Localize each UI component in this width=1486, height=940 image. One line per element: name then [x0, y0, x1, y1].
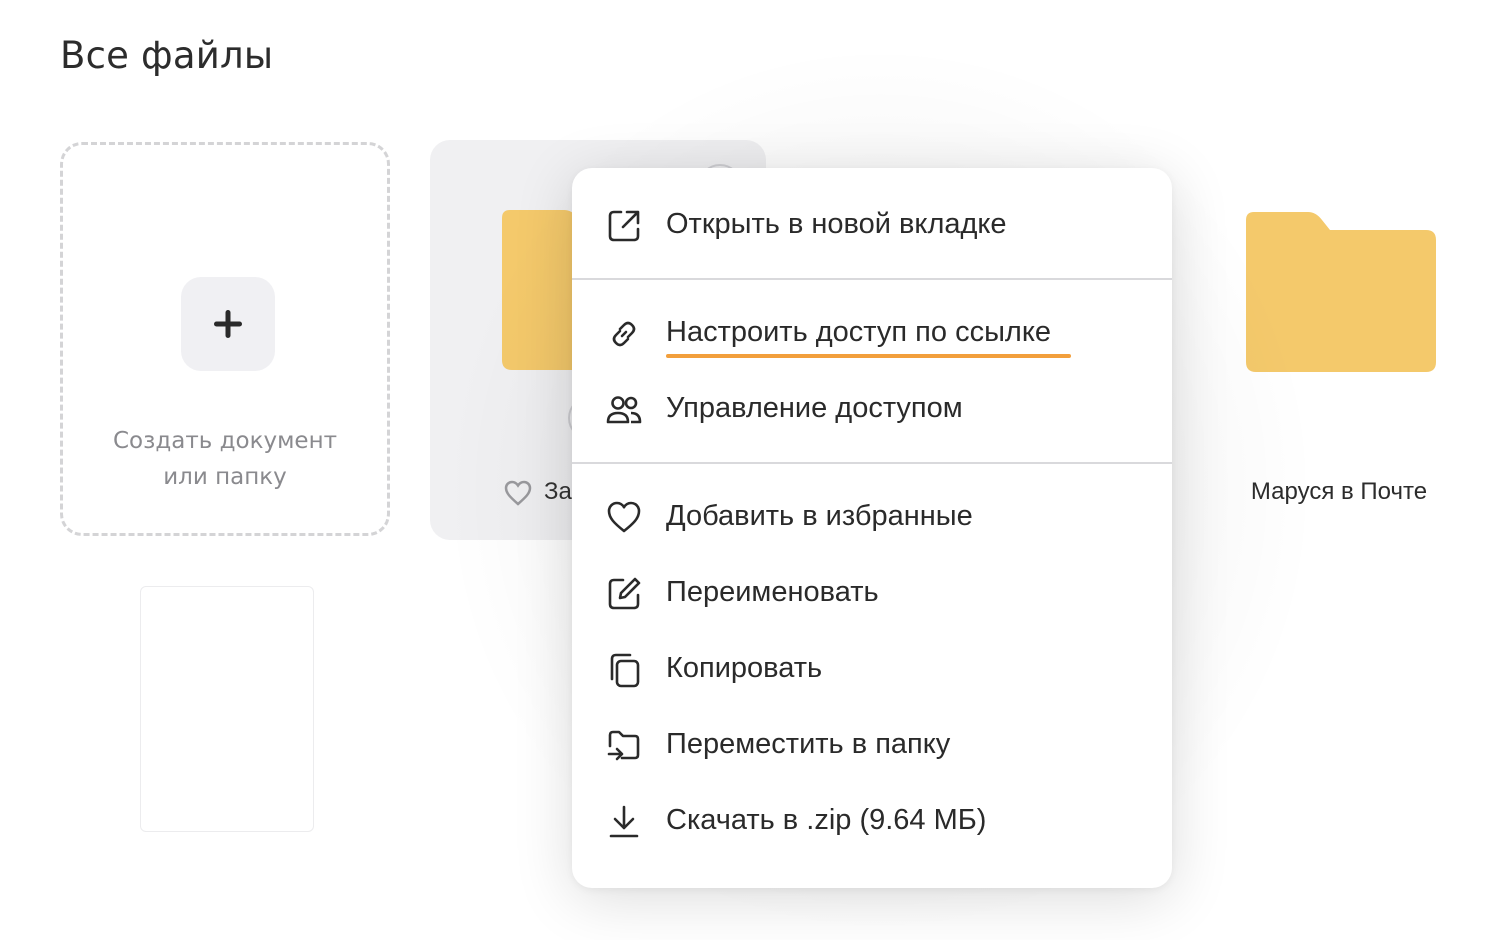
menu-item-link-access[interactable]: Настроить доступ по ссылке: [572, 296, 1172, 372]
menu-label: Открыть в новой вкладке: [666, 208, 1007, 240]
menu-item-move-to-folder[interactable]: Переместить в папку: [572, 708, 1172, 784]
users-icon: [606, 396, 642, 424]
file-thumbnail[interactable]: [140, 586, 314, 832]
folder-name-marusya[interactable]: Маруся в Почте: [1200, 478, 1478, 506]
plus-icon: [214, 310, 242, 338]
menu-label: Скачать в .zip (9.64 МБ): [666, 804, 987, 836]
menu-item-download-zip[interactable]: Скачать в .zip (9.64 МБ): [572, 784, 1172, 860]
highlight-underline: [666, 354, 1071, 358]
page-title: Все файлы: [60, 34, 274, 77]
menu-divider: [572, 462, 1172, 464]
heart-icon: [607, 501, 641, 533]
create-document-card[interactable]: Создать документ или папку: [60, 142, 390, 536]
menu-divider: [572, 278, 1172, 280]
external-link-icon: [608, 210, 640, 242]
menu-item-add-favorite[interactable]: Добавить в избранные: [572, 480, 1172, 556]
menu-label: Переместить в папку: [666, 728, 951, 760]
copy-icon: [610, 653, 640, 688]
menu-label: Копировать: [666, 652, 823, 684]
link-icon: [612, 321, 636, 347]
download-icon: [609, 805, 639, 838]
heart-outline-icon[interactable]: [504, 480, 532, 506]
menu-label: Добавить в избранные: [666, 500, 973, 532]
move-folder-icon: [607, 730, 640, 761]
menu-item-copy[interactable]: Копировать: [572, 632, 1172, 708]
menu-item-open-new-tab[interactable]: Открыть в новой вкладке: [572, 188, 1172, 264]
menu-item-manage-access[interactable]: Управление доступом: [572, 372, 1172, 448]
menu-label: Переименовать: [666, 576, 879, 608]
create-card-label: Создать документ или папку: [63, 423, 387, 495]
create-label-line1: Создать документ: [112, 428, 338, 454]
context-menu: Открыть в новой вкладке Настроить доступ…: [572, 168, 1172, 888]
edit-icon: [608, 577, 641, 610]
create-plus-button[interactable]: [181, 277, 275, 371]
menu-label: Настроить доступ по ссылке: [666, 316, 1051, 348]
menu-item-rename[interactable]: Переименовать: [572, 556, 1172, 632]
folder-card-name: За: [544, 478, 572, 505]
create-label-line2: или папку: [163, 464, 287, 490]
menu-label: Управление доступом: [666, 392, 963, 424]
folder-icon-marusya[interactable]: [1246, 212, 1436, 374]
